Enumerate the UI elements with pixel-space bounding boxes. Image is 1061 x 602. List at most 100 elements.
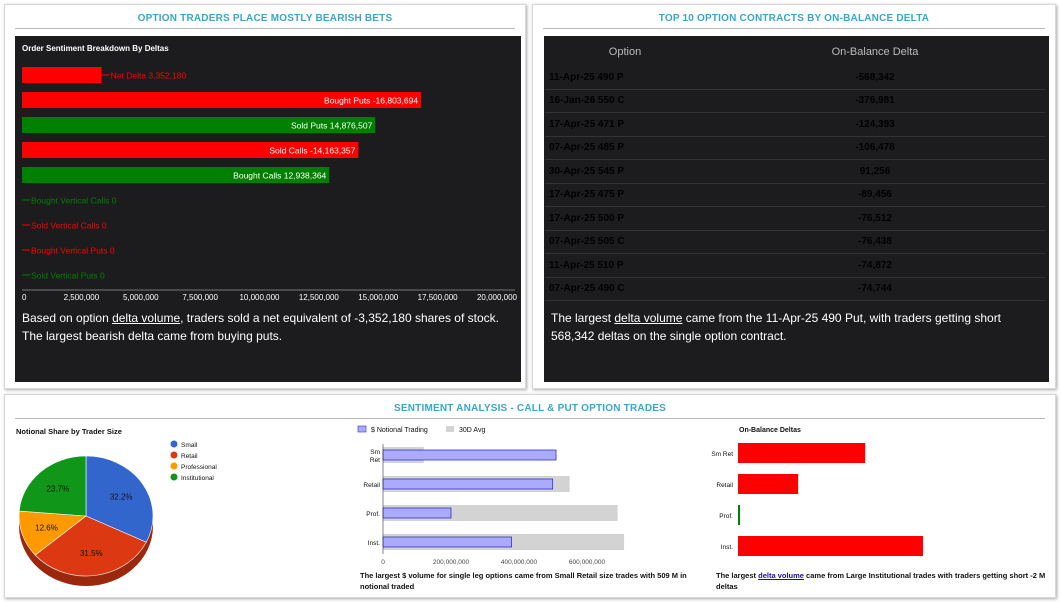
sentiment-analysis-title: SENTIMENT ANALYSIS - CALL & PUT OPTION T…: [394, 403, 666, 414]
notional-legend-marker: [446, 426, 454, 432]
obd-note: The largest delta volume came from Large…: [716, 570, 1046, 592]
delta-cell: -76,512: [858, 212, 892, 224]
delta-note-text-1: Based on option: [22, 311, 113, 325]
pie-legend-marker: [170, 473, 178, 481]
delta-bar-label: Bought Calls 12,938,364: [233, 171, 326, 181]
title-divider: [543, 28, 1045, 29]
delta-cell: -74,872: [858, 259, 892, 271]
table-row: 17-Apr-25 471 P -124,393: [545, 113, 1045, 137]
delta-bar-label: Bought Puts -16,803,694: [324, 96, 418, 106]
top-contracts-table: Option On-Balance Delta 11-Apr-25 490 P -…: [545, 38, 1045, 301]
delta-cell: -89,456: [858, 189, 892, 201]
delta-x-tick: 17,500,000: [418, 293, 459, 302]
pie-legend-label: Retail: [181, 453, 198, 460]
obd-bar: [738, 443, 866, 463]
table-row: 30-Apr-25 545 P 91,256: [545, 160, 1045, 184]
delta-cell: -568,342: [855, 71, 895, 83]
table-body: 11-Apr-25 490 P -568,342 16-Jan-26 550 C -3…: [545, 66, 1045, 301]
delta-bar-label: Sold Vertical Puts 0: [31, 271, 105, 281]
title-divider: [15, 28, 515, 29]
table-row: 07-Apr-25 485 P -106,478: [545, 137, 1045, 160]
table-row: 17-Apr-25 475 P -89,456: [545, 184, 1045, 207]
notional-bar: [382, 449, 557, 461]
table-row: 16-Jan-26 550 C -376,981: [545, 90, 1045, 113]
obd-bar: [738, 505, 740, 525]
option-cell: 17-Apr-25 471 P: [549, 118, 625, 130]
delta-bar-label: Net Delta 3,352,180: [111, 71, 187, 81]
option-cell: 17-Apr-25 475 P: [549, 189, 625, 201]
delta-bar-label: Bought Vertical Calls 0: [31, 196, 117, 206]
notional-x-tick: 200,000,000: [433, 559, 470, 566]
notional-bar: [382, 507, 452, 519]
pie-slice-label: 32.2%: [110, 492, 133, 501]
option-cell: 30-Apr-25 545 P: [549, 165, 625, 177]
delta-volume-link[interactable]: delta volume: [758, 571, 804, 580]
delta-cell: -74,744: [858, 283, 892, 295]
on-balance-delta-chart: On-Balance Deltas Sm Ret Retail Prof. Inst.: [711, 427, 923, 556]
delta-cell: -76,438: [858, 236, 892, 248]
table-header: Option On-Balance Delta: [545, 38, 1045, 66]
delta-bar-label: Bought Vertical Puts 0: [31, 246, 115, 256]
delta-x-tick: 5,000,000: [123, 293, 159, 302]
delta-x-tick: 20,000,000: [477, 293, 518, 302]
delta-bar-label: Sold Calls -14,163,357: [269, 146, 355, 156]
delta-volume-link[interactable]: delta volume: [112, 311, 180, 325]
obd-category-label: Prof.: [719, 513, 733, 520]
title-divider: [15, 418, 1045, 419]
table-row: 11-Apr-25 490 P -568,342: [545, 66, 1045, 90]
pie-legend-marker: [170, 462, 178, 470]
delta-chart-area: Order Sentiment Breakdown By Deltas Net D…: [15, 36, 521, 382]
option-cell: 07-Apr-25 490 C: [549, 283, 625, 295]
pie-legend-label: Institutional: [181, 475, 214, 482]
obd-bar: [738, 474, 799, 494]
notional-bar: [382, 478, 554, 490]
pie-slice-label: 23.7%: [47, 485, 70, 494]
notional-category-label: Prof.: [366, 511, 380, 518]
notional-bar: [382, 536, 512, 548]
obd-note-text-1: The largest: [716, 571, 759, 580]
option-cell: 16-Jan-26 550 C: [549, 95, 625, 107]
notional-legend-label: $ Notional Trading: [371, 427, 428, 434]
contracts-note-text-1: The largest: [551, 311, 615, 325]
obd-bar: [738, 536, 923, 556]
option-cell: 07-Apr-25 485 P: [549, 142, 625, 154]
notional-x-tick: 0: [381, 559, 385, 566]
table-row: 07-Apr-25 490 C -74,744: [545, 278, 1045, 301]
option-cell: 17-Apr-25 500 P: [549, 212, 625, 224]
option-column-header: Option: [608, 46, 642, 58]
delta-volume-link[interactable]: delta volume: [614, 311, 682, 325]
table-row: 17-Apr-25 500 P -76,512: [545, 207, 1045, 231]
delta-x-tick: 10,000,000: [239, 293, 280, 302]
table-row: 07-Apr-25 505 C -76,438: [545, 231, 1045, 254]
obd-category-label: Sm Ret: [711, 451, 733, 458]
contracts-summary-note: The largest delta volume came from the 1…: [551, 309, 1041, 345]
bearish-bets-title: OPTION TRADERS PLACE MOSTLY BEARISH BETS: [137, 13, 393, 24]
delta-cell: 91,256: [859, 165, 891, 177]
table-row: 11-Apr-25 510 P -74,872: [545, 254, 1045, 278]
delta-bar-chart: Order Sentiment Breakdown By Deltas Net D…: [22, 44, 518, 302]
delta-x-tick: 0: [22, 293, 27, 302]
delta-cell: -376,981: [855, 95, 895, 107]
obd-title: On-Balance Deltas: [739, 427, 801, 434]
delta-x-tick: 7,500,000: [182, 293, 218, 302]
pie-legend-label: Professional: [181, 464, 217, 471]
pie-chart: Notional Share by Trader Size 32.2% 31.5% 1…: [16, 427, 217, 586]
notional-category-label: Inst.: [368, 540, 380, 547]
notional-legend-label: 30D Avg: [459, 427, 485, 434]
notional-legend-marker: [357, 425, 367, 433]
delta-bar-label: Sold Vertical Calls 0: [31, 221, 107, 231]
delta-x-tick: 2,500,000: [64, 293, 100, 302]
delta-chart-title: Order Sentiment Breakdown By Deltas: [22, 44, 169, 53]
obd-category-label: Retail: [716, 482, 733, 489]
notional-category-label: Sm: [370, 449, 380, 456]
option-cell: 07-Apr-25 505 C: [549, 236, 625, 248]
pie-slice-label: 31.5%: [80, 549, 103, 558]
delta-summary-note: Based on option delta volume, traders so…: [22, 309, 512, 345]
notional-x-tick: 400,000,000: [501, 559, 538, 566]
delta-bar: [22, 67, 102, 83]
pie-legend-label: Small: [181, 442, 198, 449]
pie-title: Notional Share by Trader Size: [16, 427, 122, 436]
pie-legend-marker: [170, 440, 178, 448]
notional-bar-chart: $ Notional Trading 30D Avg SmRet Retail Prof…: [357, 425, 625, 566]
delta-cell: -124,393: [855, 118, 895, 130]
